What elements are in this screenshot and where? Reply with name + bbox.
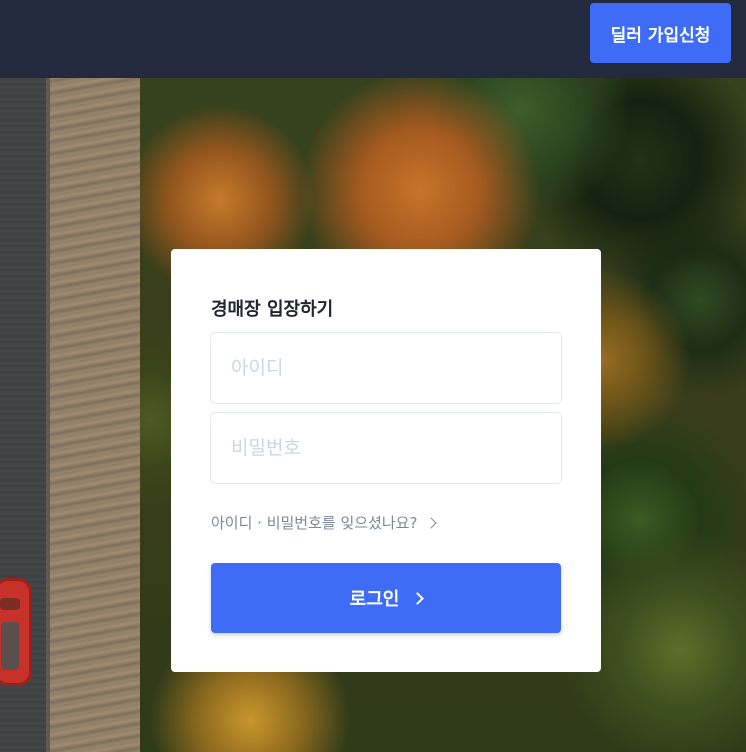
chevron-right-icon xyxy=(411,591,425,605)
login-title: 경매장 입장하기 xyxy=(211,299,334,320)
roadside-gravel xyxy=(50,0,140,752)
car-windshield xyxy=(0,598,20,610)
top-header: 딜러 가입신청 xyxy=(0,0,746,78)
id-input[interactable] xyxy=(210,332,562,404)
car-roof xyxy=(1,622,19,670)
forgot-credentials-label: 아이디 · 비밀번호를 잊으셨나요? xyxy=(211,514,418,532)
login-button[interactable]: 로그인 xyxy=(211,563,561,633)
login-button-label: 로그인 xyxy=(349,589,400,610)
password-input[interactable] xyxy=(210,412,562,484)
chevron-right-icon xyxy=(425,516,438,529)
forgot-credentials-link[interactable]: 아이디 · 비밀번호를 잊으셨나요? xyxy=(211,512,438,533)
car-image xyxy=(0,578,32,686)
login-card: 경매장 입장하기 아이디 · 비밀번호를 잊으셨나요? 로그인 xyxy=(171,249,601,672)
dealer-signup-button[interactable]: 딜러 가입신청 xyxy=(590,3,731,63)
